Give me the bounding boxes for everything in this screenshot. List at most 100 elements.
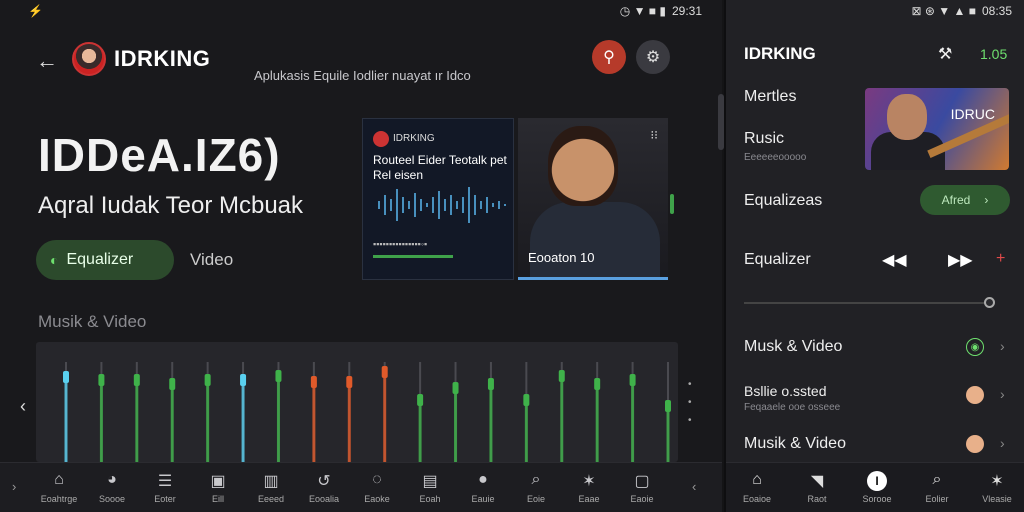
eq-knob[interactable] [594, 378, 601, 390]
nav-item[interactable]: ↺ Eooalia [297, 471, 351, 504]
app-root: ⚡ ◷ ▼ ■ ▮ 29:31 ← IDRKING Aplukasis Equi… [0, 0, 1024, 512]
nav-item[interactable]: ◕ Soooe [85, 471, 139, 504]
nav-label: Eoaioe [742, 494, 772, 504]
eq-knob[interactable] [381, 366, 388, 378]
avatar[interactable] [72, 42, 106, 76]
nav-icon: ▤ [422, 473, 438, 490]
row-label-7[interactable]: Musik & Video [744, 435, 846, 453]
eq-knob[interactable] [169, 378, 176, 390]
nav-icon: ▢ [634, 473, 650, 490]
nav-item[interactable]: ⌂ Eoahtrge [32, 471, 86, 504]
nav-item[interactable]: ✶ Vleasie [970, 471, 1024, 504]
more-icon[interactable]: ⁝⁝ [650, 128, 658, 142]
nav-icon: ↺ [317, 473, 331, 490]
card-caption: Eooaton 10 [528, 250, 595, 265]
thumb-face [887, 94, 927, 140]
plus-icon[interactable]: + [996, 250, 1005, 268]
media-thumbnail[interactable]: IDRUC [865, 88, 1009, 170]
nav-icon: ◥ [810, 473, 824, 490]
gear-icon: ⚙ [645, 49, 661, 66]
nav-item[interactable]: ⌂ Eoaioe [730, 471, 784, 504]
avatar-small [966, 435, 984, 453]
nav-item[interactable]: ☰ Eoter [138, 471, 192, 504]
chevron-left-icon[interactable]: ‹ [692, 479, 696, 494]
row-label-4: Equalizer [744, 251, 811, 268]
status-bar: ⚡ ◷ ▼ ■ ▮ 29:31 [28, 4, 702, 20]
nav-label: Eolier [925, 494, 949, 504]
page-subtitle: Aqral Iudak Teor Mcbuak [38, 192, 304, 219]
nav-icon: ☰ [157, 473, 173, 490]
nav-icon: I [867, 471, 887, 491]
nav-item[interactable]: ▥ Eeeed [244, 471, 298, 504]
nav-label: Raot [807, 494, 827, 504]
chevron-right-icon[interactable]: › [1000, 386, 1005, 402]
nav-label: Eaoke [364, 494, 390, 504]
nav-item[interactable]: ▢ Eaoie [615, 471, 669, 504]
row-label-3[interactable]: Equalizeas [744, 192, 822, 210]
nav-icon: ● [478, 471, 488, 488]
nav-item[interactable]: I Sorooe [850, 471, 904, 504]
back-arrow-icon[interactable]: ← [36, 48, 58, 74]
nav-item[interactable]: ⌕ Eoie [509, 471, 563, 504]
chevron-left-icon[interactable]: ‹ [20, 396, 26, 417]
status-icons: ◷ ▼ ■ ▮ [619, 4, 666, 18]
rewind-icon[interactable]: ◀◀ [882, 250, 907, 270]
eq-knob[interactable] [452, 382, 459, 394]
media-card-video[interactable]: ⁝⁝ Eooaton 10 [518, 118, 668, 280]
eq-knob[interactable] [417, 394, 424, 406]
card-progress-bar [373, 255, 453, 258]
row-sub-6: Feqaaele ooe osseee [744, 402, 841, 413]
eq-knob[interactable] [629, 374, 636, 386]
seek-slider[interactable] [744, 302, 992, 304]
eq-knob[interactable] [275, 370, 282, 382]
row-label-2[interactable]: Rusic [744, 130, 784, 148]
chevron-right-icon[interactable]: › [1000, 435, 1005, 451]
settings-button[interactable]: ⚙ [636, 40, 670, 74]
chevron-right-icon[interactable]: › [12, 479, 16, 494]
eq-knob[interactable] [523, 394, 530, 406]
eq-knob[interactable] [487, 378, 494, 390]
nav-label: Eooalia [308, 494, 340, 504]
nav-item[interactable]: ✶ Eaae [562, 471, 616, 504]
nav-icon: ⌂ [54, 471, 64, 488]
nav-icon: ◕ [107, 471, 117, 488]
video-tab[interactable]: Video [190, 250, 233, 270]
avatar-small [966, 386, 984, 404]
row-label-5[interactable]: Musk & Video [744, 338, 842, 356]
side-pane: ⊠ ⊛ ▼ ▲ ■ 08:35 IDRKING ⚒ 1.05 Mertles R… [724, 0, 1024, 512]
nav-item[interactable]: ◌ Eaoke [350, 471, 404, 504]
portrait-face [548, 126, 618, 206]
nav-item[interactable]: ● Eauie [456, 471, 510, 504]
eq-knob[interactable] [310, 376, 317, 388]
record-button[interactable]: ⚲ [592, 40, 626, 74]
toggle-pill-button[interactable]: Afred › [920, 185, 1010, 215]
toggle-pill-label: Afred [941, 193, 971, 207]
nav-label: Eoah [419, 494, 441, 504]
page-title: IDDeA.IZ6) [38, 129, 281, 181]
nav-item[interactable]: ▤ Eoah [403, 471, 457, 504]
row-label-6[interactable]: Bsllie o.ssted [744, 383, 826, 399]
nav-item[interactable]: ◥ Raot [790, 471, 844, 504]
eq-knob[interactable] [98, 374, 105, 386]
eq-knob[interactable] [63, 371, 69, 383]
nav-item[interactable]: ▣ Eill [191, 471, 245, 504]
eq-knob[interactable] [133, 374, 140, 386]
forward-icon[interactable]: ▶▶ [948, 250, 973, 270]
nav-icon: ⌕ [932, 471, 942, 488]
slider-handle[interactable] [984, 297, 995, 308]
equalizer-icon: ◐ [50, 252, 59, 268]
nav-icon: ⌕ [531, 471, 541, 488]
equalizer-tab-button[interactable]: ◐ Equalizer [36, 240, 174, 280]
eq-knob[interactable] [558, 370, 565, 382]
eq-knob[interactable] [204, 374, 211, 386]
eq-knob[interactable] [240, 374, 247, 386]
status-bar-right: ⊠ ⊛ ▼ ▲ ■ 08:35 [866, 4, 1012, 20]
chevron-right-icon[interactable]: › [1000, 338, 1005, 354]
nav-label: Soooe [98, 494, 126, 504]
media-card-audio[interactable]: IDRKING Routeel Eider Teotalk pet Rel ei… [362, 118, 514, 280]
eq-knob[interactable] [665, 400, 671, 412]
row-label-1[interactable]: Mertles [744, 88, 796, 106]
wrench-icon[interactable]: ⚒ [938, 44, 952, 64]
nav-item[interactable]: ⌕ Eolier [910, 471, 964, 504]
eq-knob[interactable] [346, 376, 353, 388]
